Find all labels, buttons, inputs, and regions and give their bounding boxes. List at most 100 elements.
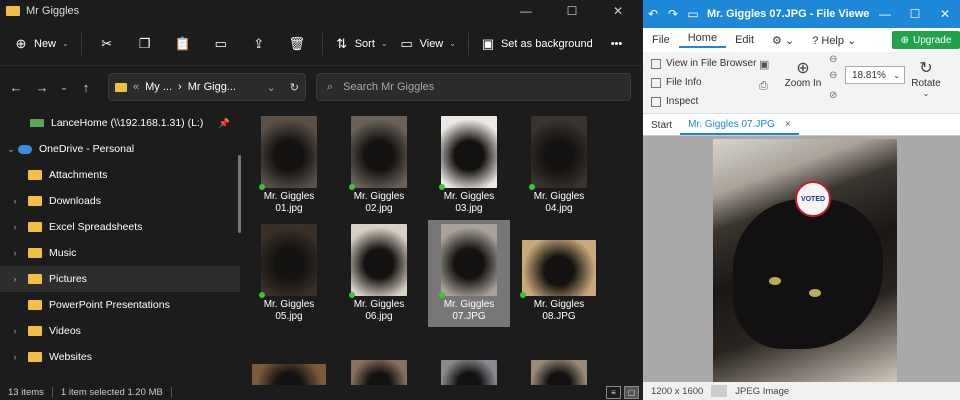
tab-start[interactable]: Start [643,115,680,135]
sidebar-scrollbar[interactable] [238,155,241,233]
sync-status-icon [529,184,535,190]
viewer-status-bar: 1200 x 1600 JPEG Image [643,382,960,400]
file-tile[interactable]: Mr. Giggles 08.JPG [518,220,600,327]
file-tile[interactable]: Mr. Giggles 02.jpg [338,112,420,219]
tab-file[interactable]: Mr. Giggles 07.JPG × [680,115,799,135]
open-file-icon[interactable]: ▭ [683,7,703,21]
address-overflow[interactable]: « [133,81,139,93]
sidebar-item[interactable]: › Videos [0,318,240,344]
zoom-fit-icon[interactable]: ⊖ [829,70,837,81]
file-extension: 08.JPG [542,311,576,322]
menu-edit[interactable]: Edit [726,34,763,46]
settings-menu-icon[interactable]: ⚙ ⌄ [763,34,803,47]
folder-icon [28,352,42,362]
actual-size-icon[interactable]: ⊘ [829,90,837,101]
sidebar-item[interactable]: › Pictures [0,266,240,292]
maximize-button[interactable]: ☐ [900,7,930,21]
menu-file[interactable]: File [643,34,679,46]
inspect-button[interactable]: Inspect [651,96,698,107]
sidebar-item[interactable]: ⌄ OneDrive - Personal [0,136,240,162]
zoom-level-select[interactable]: 18.81% ⌄ [845,66,905,84]
file-tile[interactable]: Mr. Giggles 01.jpg [248,112,330,219]
file-tile[interactable]: Mr. Giggles 05.jpg [248,220,330,327]
up-button[interactable]: ↑ [74,75,98,99]
details-view-button[interactable]: ≡ [606,386,621,399]
zoom-out-icon[interactable]: ⊖ [829,54,837,65]
file-info-button[interactable]: File Info [651,77,702,88]
sidebar-item-label: Excel Spreadsheets [49,221,143,233]
sidebar-item[interactable]: LanceHome (\\192.168.1.31) (L:) 📌 [0,110,240,136]
thumbnail-view-button[interactable]: ▢ [624,386,639,399]
chevron-right-icon[interactable]: › [8,222,22,232]
cut-button[interactable]: ✂ [88,29,126,59]
viewer-tabs: Start Mr. Giggles 07.JPG × [643,114,960,136]
sync-status-icon [439,184,445,190]
view-button[interactable]: ▭ View ⌄ [394,29,462,59]
chevron-right-icon[interactable]: › [8,326,22,336]
undo-icon[interactable]: ↶ [643,7,663,21]
sort-button[interactable]: ⇅ Sort ⌄ [329,29,394,59]
file-tile[interactable] [428,328,510,385]
maximize-button[interactable]: ☐ [549,0,595,22]
delete-button[interactable]: 🗑 [278,29,316,59]
image-canvas[interactable]: VOTED [643,136,960,382]
chevron-right-icon[interactable]: › [8,274,22,284]
rename-button[interactable]: ▭ [202,29,240,59]
image-thumbnail [252,364,326,385]
file-extension: 03.jpg [455,203,483,214]
chevron-right-icon[interactable]: › [8,196,22,206]
close-button[interactable]: ✕ [930,7,960,21]
chevron-down-icon[interactable]: ⌄ [4,144,18,155]
search-input[interactable]: Search Mr Giggles [343,81,434,93]
set-as-background-button[interactable]: ▣ Set as background [475,29,599,59]
recent-locations-button[interactable]: ⌄ [56,75,72,99]
sidebar-item[interactable]: PowerPoint Presentations [0,292,240,318]
new-button[interactable]: ⊕ New ⌄ [8,29,75,59]
save-icon[interactable]: ▣ [759,58,769,71]
rotate-button[interactable]: ↻ Rotate ⌄ [909,58,943,98]
sidebar-item[interactable]: › Downloads [0,188,240,214]
sidebar-item[interactable]: Attachments [0,162,240,188]
file-tile[interactable]: Mr. Giggles 03.jpg [428,112,510,219]
file-tile[interactable] [518,328,600,385]
breadcrumb-segment[interactable]: My ... [145,81,172,93]
refresh-icon[interactable]: ↻ [290,81,299,94]
sidebar-item[interactable]: › Music [0,240,240,266]
file-explorer-window: Mr Giggles — ☐ ✕ ⊕ New ⌄ ✂ ❐ 📋 ▭ ⇪ 🗑 ⇅ S… [0,0,641,400]
help-menu[interactable]: ? Help ⌄ [803,34,865,47]
chevron-right-icon[interactable]: › [8,248,22,258]
minimize-button[interactable]: — [870,7,900,21]
trash-icon: 🗑 [288,35,305,51]
address-bar[interactable]: « My ... › Mr Gigg... ⌄ ↻ [108,73,306,101]
file-tile[interactable] [248,328,330,385]
back-button[interactable]: ← [4,75,28,99]
redo-icon[interactable]: ↷ [663,7,683,21]
folder-icon [28,300,42,310]
sidebar-item[interactable]: › Excel Spreadsheets [0,214,240,240]
close-button[interactable]: ✕ [595,0,641,22]
new-label: New [34,37,57,50]
breadcrumb-segment[interactable]: Mr Gigg... [188,81,236,93]
file-tile[interactable]: Mr. Giggles 07.JPG [428,220,510,327]
minimize-button[interactable]: — [503,0,549,22]
upgrade-button[interactable]: ⊕ Upgrade [892,31,960,49]
close-tab-icon[interactable]: × [785,119,791,130]
search-box[interactable]: ⌕ Search Mr Giggles [316,73,631,101]
file-tile[interactable]: Mr. Giggles 06.jpg [338,220,420,327]
menu-home[interactable]: Home [678,32,727,48]
view-in-file-browser-button[interactable]: View in File Browser [651,58,756,69]
zoom-in-button[interactable]: ⊕ Zoom In [783,58,823,89]
paste-button[interactable]: 📋 [164,29,202,59]
address-dropdown[interactable]: ⌄ [267,81,276,94]
copy-button[interactable]: ❐ [126,29,164,59]
folder-icon [115,82,127,92]
file-name: Mr. Giggles [533,191,585,202]
file-tile[interactable] [338,328,420,385]
more-options-button[interactable]: ••• [605,29,629,59]
forward-button[interactable]: → [30,75,54,99]
print-icon[interactable]: ⎙ [759,80,768,93]
chevron-right-icon[interactable]: › [8,352,22,362]
share-button[interactable]: ⇪ [240,29,278,59]
sidebar-item[interactable]: › Websites [0,344,240,370]
file-tile[interactable]: Mr. Giggles 04.jpg [518,112,600,219]
